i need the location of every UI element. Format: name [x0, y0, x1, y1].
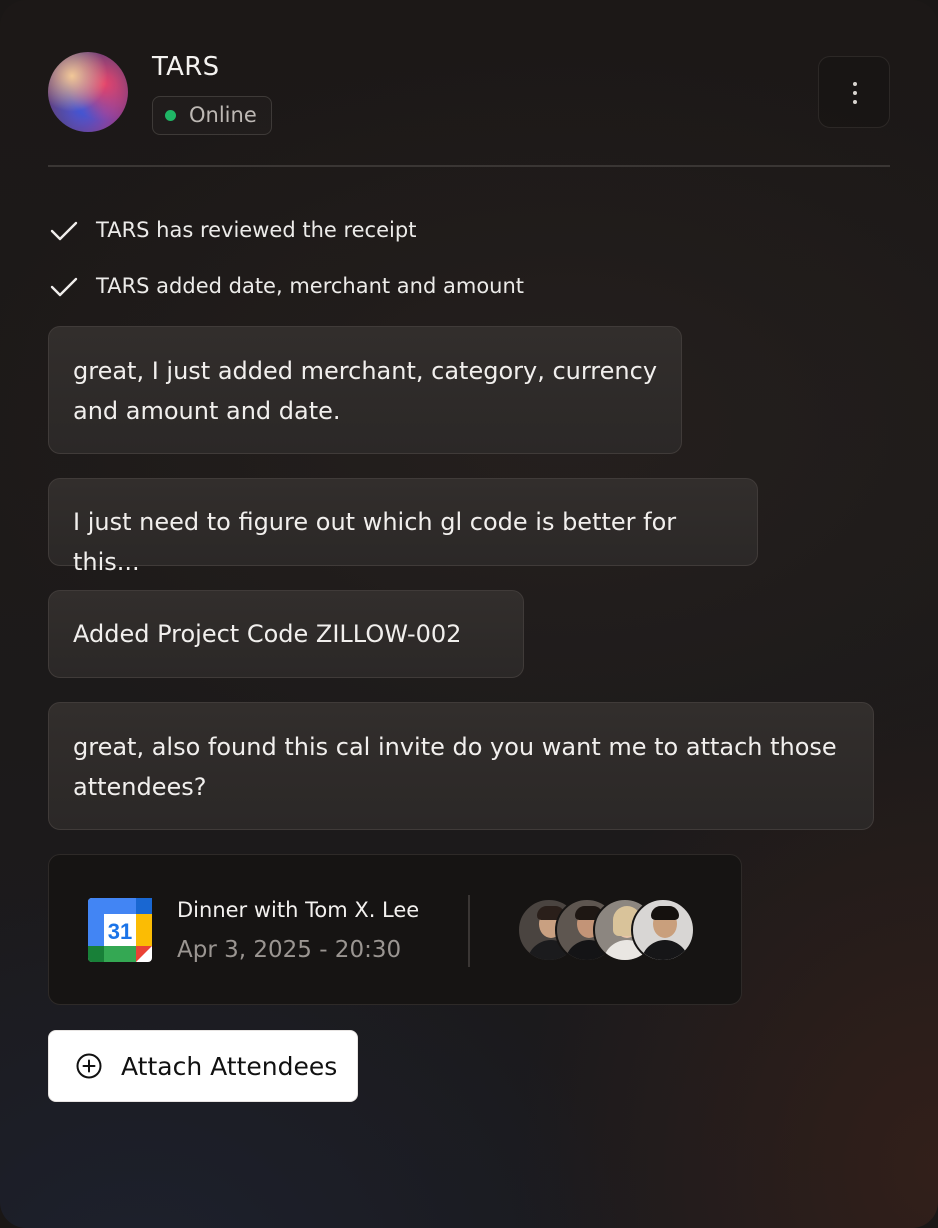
attach-attendees-button[interactable]: Attach Attendees	[48, 1030, 358, 1102]
google-calendar-icon: 31	[88, 898, 152, 962]
check-item-text: TARS has reviewed the receipt	[96, 218, 417, 242]
status-badge: Online	[152, 96, 272, 135]
event-datetime: Apr 3, 2025 - 20:30	[177, 937, 402, 963]
vertical-dots-icon	[853, 82, 857, 104]
attach-attendees-label: Attach Attendees	[121, 1051, 338, 1081]
status-label: Online	[189, 103, 257, 127]
attendee-avatar	[631, 898, 695, 962]
check-item-text: TARS added date, merchant and amount	[96, 274, 525, 298]
message-bubble: great, also found this cal invite do you…	[48, 702, 874, 830]
checkmark-icon	[50, 277, 78, 297]
svg-text:31: 31	[108, 919, 132, 944]
message-line: great, also found this cal invite do you…	[73, 733, 837, 761]
message-line: great, I just added merchant, category, …	[73, 357, 658, 385]
plus-circle-icon	[76, 1053, 102, 1079]
message-bubble: I just need to figure out which gl code …	[48, 478, 758, 576]
chat-panel: TARS Online TARS has reviewed the receip…	[0, 0, 938, 1228]
message-line: I just need to figure out which gl code …	[73, 508, 677, 576]
check-item-added: TARS added date, merchant and amount	[48, 269, 524, 303]
more-options-button[interactable]	[818, 56, 890, 128]
message-line: and amount and date.	[73, 397, 341, 425]
online-dot-icon	[165, 110, 176, 121]
message-line: Added Project Code ZILLOW-002	[73, 620, 462, 648]
message-bubble: great, I just added merchant, category, …	[48, 326, 682, 454]
check-item-reviewed: TARS has reviewed the receipt	[48, 213, 416, 247]
card-divider	[468, 895, 470, 967]
checkmark-icon	[50, 221, 78, 241]
message-line: attendees?	[73, 773, 207, 801]
header-divider	[48, 165, 890, 167]
calendar-invite-card[interactable]: 31 Dinner with Tom X. Lee Apr 3, 2025 - …	[48, 854, 742, 1005]
assistant-avatar	[48, 52, 128, 132]
message-bubble: Added Project Code ZILLOW-002	[48, 590, 524, 678]
event-title: Dinner with Tom X. Lee	[177, 898, 420, 922]
assistant-name: TARS	[152, 52, 220, 82]
